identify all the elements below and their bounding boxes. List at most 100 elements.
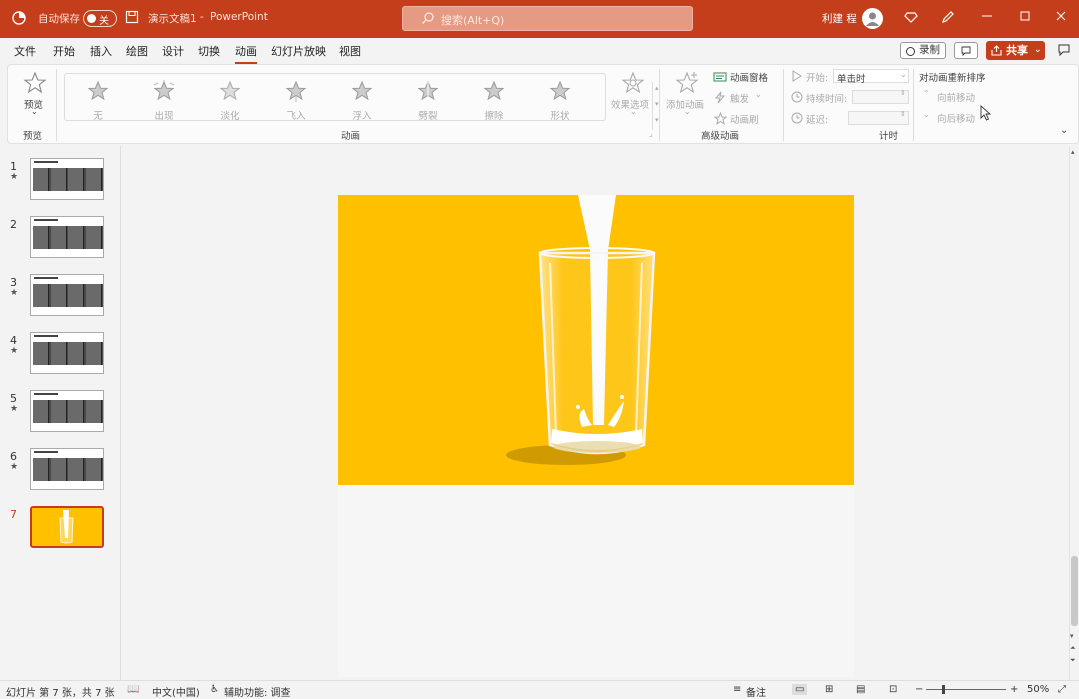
ribbon: 预览 ⌄ 预览 无 出现 淡化 飞入 浮入 劈裂 擦除 形状 ▴ ▾ ▾ 效果选…: [7, 64, 1079, 144]
slide-thumbnail[interactable]: [30, 274, 104, 316]
document-title: 演示文稿1: [148, 13, 197, 25]
slide-number: 2: [10, 218, 17, 231]
chevron-up-icon: ⌃: [923, 89, 930, 98]
zoom-slider-thumb[interactable]: [942, 685, 945, 694]
slide-thumbnail[interactable]: [30, 332, 104, 374]
user-name[interactable]: 利建 程: [822, 11, 857, 26]
animation-float-in[interactable]: 浮入: [337, 78, 387, 122]
chevron-up-icon[interactable]: ▴: [655, 84, 659, 92]
tab-transitions[interactable]: 切换: [198, 43, 220, 59]
current-slide[interactable]: [338, 195, 854, 485]
animation-gallery: 无 出现 淡化 飞入 浮入 劈裂 擦除 形状 ▴ ▾ ▾: [64, 73, 659, 130]
move-earlier-button[interactable]: ⌃ 向前移动: [923, 89, 993, 104]
reading-view-icon[interactable]: ▤: [856, 684, 865, 695]
effect-options-chevron-icon: ⌄: [630, 107, 637, 116]
normal-view-icon[interactable]: ▭: [792, 684, 808, 695]
tab-home[interactable]: 开始: [53, 43, 75, 59]
animation-shape[interactable]: 形状: [535, 78, 585, 122]
tab-draw[interactable]: 绘图: [126, 43, 148, 59]
animation-star-icon[interactable]: ★: [10, 404, 18, 414]
delay-spinner-icon[interactable]: ⇕: [900, 110, 906, 118]
zoom-out-icon[interactable]: −: [915, 684, 923, 695]
slide-sorter-icon[interactable]: ⊞: [825, 684, 833, 695]
animation-painter-button[interactable]: 动画刷: [713, 111, 773, 127]
tab-design[interactable]: 设计: [162, 43, 184, 59]
zoom-in-icon[interactable]: +: [1010, 684, 1018, 695]
star-none-icon: [87, 80, 109, 101]
share-button[interactable]: 共享 ⌄: [986, 41, 1045, 60]
animation-label: 淡化: [220, 111, 240, 122]
chevron-down-icon[interactable]: ▾: [655, 100, 659, 108]
animation-star-icon[interactable]: ★: [10, 346, 18, 356]
tab-slideshow[interactable]: 幻灯片放映: [271, 43, 326, 59]
animation-fly-in[interactable]: 飞入: [271, 78, 321, 122]
autosave-toggle[interactable]: 关: [83, 10, 117, 27]
tab-animations[interactable]: 动画: [235, 43, 257, 64]
share-label: 共享: [1006, 44, 1028, 57]
animation-star-icon[interactable]: ★: [10, 462, 18, 472]
slide-thumbnail[interactable]: [30, 506, 104, 548]
spellcheck-icon[interactable]: 📖: [127, 684, 139, 695]
tab-insert[interactable]: 插入: [90, 43, 112, 59]
save-icon[interactable]: [123, 10, 141, 28]
animation-none[interactable]: 无: [73, 78, 123, 122]
tab-file[interactable]: 文件: [14, 43, 36, 59]
effect-options-button[interactable]: 效果选项 ⌄: [611, 69, 655, 121]
star-wipe-icon: [483, 80, 505, 101]
gallery-more-icon[interactable]: ▾: [655, 116, 659, 124]
feedback-icon[interactable]: [1057, 43, 1071, 60]
star-float-in-icon: [351, 80, 373, 101]
chevron-down-icon[interactable]: ⌄: [1034, 41, 1042, 60]
slide-thumbnail[interactable]: [30, 390, 104, 432]
record-button[interactable]: 录制: [900, 42, 946, 59]
fit-to-window-icon[interactable]: ⤢: [1058, 684, 1066, 695]
delay-input[interactable]: ⇕: [848, 110, 909, 125]
zoom-level[interactable]: 50%: [1027, 684, 1049, 695]
scroll-up-icon[interactable]: ▴: [1071, 148, 1075, 156]
preview-chevron-icon: ⌄: [31, 107, 38, 116]
close-icon[interactable]: [1052, 10, 1070, 28]
tab-view[interactable]: 视图: [339, 43, 361, 59]
slideshow-icon[interactable]: ⊡: [889, 684, 897, 695]
minimize-icon[interactable]: [978, 10, 996, 28]
scroll-down-icon[interactable]: ▾: [1070, 632, 1074, 640]
add-animation-button[interactable]: 添加动画 ⌄: [664, 69, 710, 121]
lightning-icon: [714, 91, 726, 104]
slide-thumbnail[interactable]: [30, 448, 104, 490]
animation-pane-button[interactable]: 动画窗格: [713, 69, 783, 85]
pen-icon[interactable]: [939, 10, 957, 28]
animation-appear[interactable]: 出现: [139, 78, 189, 122]
zoom-slider[interactable]: [926, 689, 1006, 690]
vertical-scrollbar[interactable]: ▴ ▾ ⏶ ⏷: [1069, 146, 1079, 680]
comments-button[interactable]: [954, 42, 978, 59]
duration-spinner-icon[interactable]: ⇕: [900, 89, 906, 97]
animation-fade[interactable]: 淡化: [205, 78, 255, 122]
trigger-button[interactable]: 触发 ⌄: [713, 90, 773, 106]
animation-split[interactable]: 劈裂: [403, 78, 453, 122]
start-dropdown[interactable]: 单击时 ⌄: [833, 69, 909, 85]
accessibility-status[interactable]: 辅助功能: 调查: [224, 684, 291, 699]
preview-button[interactable]: 预览 ⌄: [14, 69, 54, 117]
animation-star-icon[interactable]: ★: [10, 172, 18, 182]
next-slide-icon[interactable]: ⏷: [1070, 656, 1076, 665]
scroll-thumb[interactable]: [1071, 556, 1078, 626]
animation-wipe[interactable]: 擦除: [469, 78, 519, 122]
animation-star-icon[interactable]: ★: [10, 288, 18, 298]
collapse-ribbon-icon[interactable]: ⌄: [1060, 125, 1068, 136]
milk-glass-image: [506, 195, 656, 465]
slide-thumbnail[interactable]: [30, 216, 104, 258]
star-shape-icon: [549, 80, 571, 101]
duration-input[interactable]: ⇕: [852, 89, 909, 104]
diamond-icon[interactable]: [902, 10, 920, 28]
preview-star-icon: [23, 71, 47, 94]
maximize-icon[interactable]: [1016, 10, 1034, 28]
dialog-launcher-icon[interactable]: ⌟: [649, 129, 653, 138]
notes-area-blank: [338, 485, 854, 677]
slide-thumbnail[interactable]: [30, 158, 104, 200]
notes-button[interactable]: 备注: [746, 684, 766, 699]
avatar[interactable]: [862, 8, 883, 29]
language-indicator[interactable]: 中文(中国): [152, 684, 200, 699]
prev-slide-icon[interactable]: ⏶: [1070, 644, 1076, 653]
chevron-down-icon: ⌄: [923, 110, 930, 119]
search-input[interactable]: 搜索(Alt+Q): [402, 6, 693, 31]
